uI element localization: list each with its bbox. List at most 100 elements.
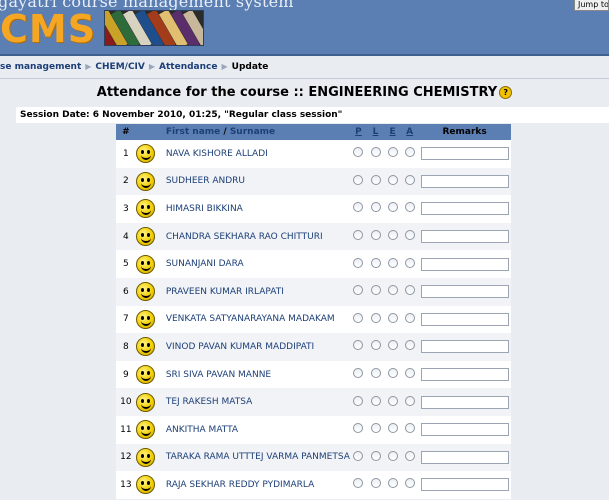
remarks-input[interactable] [420,395,509,409]
excused-radio[interactable] [387,450,398,461]
excused-radio[interactable] [387,257,398,268]
avatar[interactable] [135,333,162,361]
sort-first-name-link[interactable]: First name [166,127,220,137]
excused-radio[interactable] [387,147,398,158]
remarks-input[interactable] [420,285,509,299]
breadcrumb-attendance[interactable]: Attendance [159,62,217,72]
avatar[interactable] [135,140,162,168]
present-radio[interactable] [353,230,364,241]
remarks-input[interactable] [420,312,509,326]
excused-radio[interactable] [387,230,398,241]
table-row: 3 HIMASRI BIKKINA [116,195,511,223]
late-radio[interactable] [370,174,381,185]
late-radio[interactable] [370,257,381,268]
smiley-avatar-icon [135,365,155,385]
present-radio[interactable] [353,368,364,379]
present-radio[interactable] [353,395,364,406]
present-cell [350,306,367,334]
remarks-input[interactable] [420,340,509,354]
help-icon[interactable]: ? [499,86,513,99]
late-radio[interactable] [370,340,381,351]
late-radio[interactable] [370,285,381,296]
absent-radio[interactable] [404,423,415,434]
absent-radio[interactable] [404,257,415,268]
absent-radio[interactable] [404,450,415,461]
table-row: 9 SRI SIVA PAVAN MANNE [116,360,511,389]
select-all-absent-link[interactable]: A [406,127,413,137]
absent-radio[interactable] [404,174,415,185]
avatar[interactable] [135,306,162,334]
table-row: 10 TEJ RAKESH MATSA [116,388,511,416]
absent-radio[interactable] [404,230,415,241]
remarks-input[interactable] [420,368,509,382]
present-radio[interactable] [353,202,364,213]
absent-radio[interactable] [404,395,415,406]
absent-radio[interactable] [404,285,415,296]
excused-radio[interactable] [387,423,398,434]
present-radio[interactable] [353,285,364,296]
avatar[interactable] [135,168,162,196]
late-radio[interactable] [370,312,381,323]
excused-radio[interactable] [387,285,398,296]
select-all-excused-link[interactable]: E [390,127,396,137]
smiley-avatar-icon [135,392,155,412]
present-radio[interactable] [353,147,364,158]
late-radio[interactable] [370,202,381,213]
row-number: 6 [123,286,129,297]
excused-radio[interactable] [387,202,398,213]
late-radio[interactable] [370,423,381,434]
remarks-input[interactable] [420,147,509,161]
select-all-late-link[interactable]: L [373,127,379,137]
breadcrumb-course-management[interactable]: se management [0,62,81,72]
sort-surname-link[interactable]: Surname [230,127,275,137]
excused-cell [384,416,401,444]
remarks-input[interactable] [420,202,509,216]
avatar[interactable] [135,444,162,472]
excused-radio[interactable] [387,340,398,351]
remarks-input[interactable] [420,174,509,188]
excused-radio[interactable] [387,174,398,185]
absent-cell [401,444,418,472]
late-radio[interactable] [370,147,381,158]
excused-radio[interactable] [387,478,398,489]
absent-radio[interactable] [404,368,415,379]
row-number: 2 [123,176,129,187]
jump-to-menu[interactable]: Jump to [574,0,609,11]
present-radio[interactable] [353,257,364,268]
late-radio[interactable] [370,395,381,406]
avatar[interactable] [135,388,162,416]
late-radio[interactable] [370,478,381,489]
present-radio[interactable] [353,423,364,434]
absent-radio[interactable] [404,147,415,158]
remarks-input[interactable] [420,230,509,244]
select-all-present-link[interactable]: P [355,127,362,137]
avatar[interactable] [135,278,162,306]
late-radio[interactable] [370,368,381,379]
absent-radio[interactable] [404,312,415,323]
remarks-input[interactable] [420,450,509,464]
remarks-input[interactable] [420,478,509,492]
absent-radio[interactable] [404,478,415,489]
absent-radio[interactable] [404,340,415,351]
late-radio[interactable] [370,230,381,241]
excused-radio[interactable] [387,395,398,406]
avatar[interactable] [135,223,162,251]
present-radio[interactable] [353,174,364,185]
remarks-input[interactable] [420,257,509,271]
present-radio[interactable] [353,340,364,351]
remarks-input[interactable] [420,423,509,437]
present-radio[interactable] [353,312,364,323]
avatar[interactable] [135,416,162,444]
avatar[interactable] [135,250,162,278]
excused-radio[interactable] [387,312,398,323]
absent-radio[interactable] [404,202,415,213]
avatar[interactable] [135,195,162,223]
present-radio[interactable] [353,478,364,489]
late-radio[interactable] [370,450,381,461]
avatar[interactable] [135,471,162,499]
excused-cell [384,306,401,334]
excused-radio[interactable] [387,368,398,379]
avatar[interactable] [135,361,162,389]
present-radio[interactable] [353,450,364,461]
breadcrumb-chem-civ[interactable]: CHEM/CIV [95,62,144,72]
